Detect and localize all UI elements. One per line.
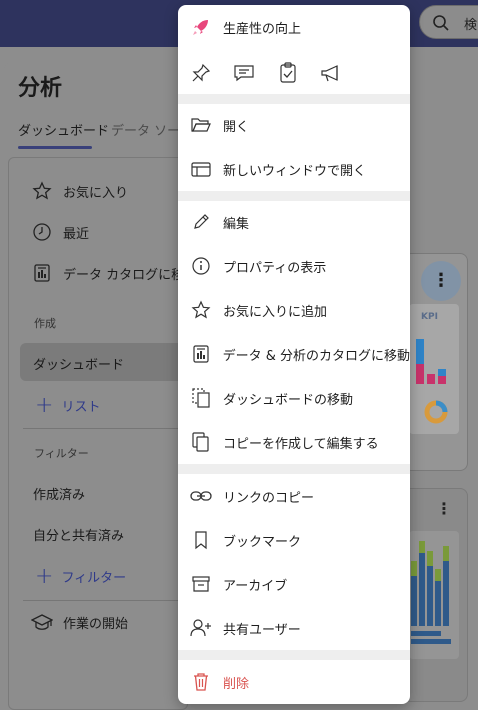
sidebar-item-label: 作業の開始: [63, 616, 129, 632]
add-list-button[interactable]: + リスト: [35, 393, 100, 418]
tab-dashboards[interactable]: ダッシュボード: [18, 120, 109, 139]
menu-item-label: 共有ユーザー: [223, 622, 301, 638]
star-icon: [190, 299, 212, 321]
menu-item-open[interactable]: 開く: [178, 103, 410, 147]
sidebar-item-recent[interactable]: 最近: [31, 221, 89, 243]
more-vertical-icon: ⋮: [432, 270, 450, 291]
menu-item-label: お気に入りに追加: [223, 304, 328, 320]
clipboard-check-icon[interactable]: [275, 60, 301, 86]
star-icon: [31, 180, 53, 202]
dashboard-thumbnail: KPI: [409, 304, 459, 434]
section-filter-heading: フィルター: [34, 447, 89, 460]
pencil-icon: [190, 211, 212, 233]
menu-item-copy-link[interactable]: リンクのコピー: [178, 474, 410, 518]
dashboard-thumbnail: [409, 531, 459, 659]
menu-item-edit[interactable]: 編集: [178, 200, 410, 244]
add-list-label: リスト: [61, 400, 101, 415]
active-tab-indicator: [18, 146, 92, 149]
menu-item-move-dashboard[interactable]: ダッシュボードの移動: [178, 376, 410, 420]
menu-item-label: コピーを作成して編集する: [223, 436, 379, 452]
copy-icon: [190, 431, 212, 453]
filter-created[interactable]: 作成済み: [33, 484, 85, 503]
menu-item-open-new-window[interactable]: 新しいウィンドウで開く: [178, 147, 410, 191]
archive-icon: [190, 573, 212, 595]
sidebar-item-label: 最近: [63, 226, 90, 242]
search-placeholder: 検: [464, 18, 478, 33]
share-user-icon: [190, 617, 212, 639]
new-window-icon: [190, 158, 212, 180]
sidebar-item-get-started[interactable]: 作業の開始: [31, 611, 128, 633]
menu-item-go-to-catalog[interactable]: データ & 分析のカタログに移動: [178, 332, 410, 376]
menu-item-label: ダッシュボードの移動: [223, 392, 354, 408]
dashboard-card[interactable]: ⋮ KPI: [403, 253, 468, 471]
dashboard-card[interactable]: ⋮: [403, 488, 468, 702]
sidebar-active-label: ダッシュボード: [33, 358, 125, 373]
menu-item-delete[interactable]: 削除: [178, 660, 410, 704]
folder-open-icon: [190, 114, 212, 136]
rocket-icon: [190, 16, 212, 38]
add-filter-label: フィルター: [61, 571, 127, 586]
megaphone-icon[interactable]: [318, 60, 344, 86]
menu-item-bookmark[interactable]: ブックマーク: [178, 518, 410, 562]
mini-bar-chart-icon: [416, 339, 446, 384]
trash-icon: [190, 671, 212, 693]
pin-icon[interactable]: [188, 60, 214, 86]
productivity-label: 生産性の向上: [223, 21, 302, 37]
productivity-row[interactable]: 生産性の向上: [178, 5, 410, 49]
plus-icon: +: [35, 564, 54, 589]
more-options-button[interactable]: ⋮: [421, 261, 461, 301]
catalog-icon: [190, 343, 212, 365]
context-menu: 生産性の向上 開く 新しいウィンドウで開く 編集 プロパティの表示 お気に入りに…: [178, 5, 410, 704]
section-create-heading: 作成: [34, 317, 56, 330]
menu-item-archive[interactable]: アーカイブ: [178, 562, 410, 606]
sidebar-item-label: お気に入り: [63, 185, 129, 201]
menu-item-label: 削除: [223, 676, 250, 692]
search-box[interactable]: 検: [419, 5, 478, 39]
divider: [23, 428, 189, 429]
menu-item-label: データ & 分析のカタログに移動: [222, 348, 410, 364]
quick-actions: [178, 50, 410, 94]
clock-icon: [31, 221, 53, 243]
menu-item-label: 新しいウィンドウで開く: [223, 163, 367, 179]
divider: [178, 650, 410, 660]
info-icon: [190, 255, 212, 277]
menu-item-label: ブックマーク: [223, 534, 302, 550]
filter-shared-with-me[interactable]: 自分と共有済み: [33, 525, 124, 544]
comment-icon[interactable]: [231, 60, 257, 86]
search-icon: [433, 15, 449, 31]
bookmark-icon: [190, 529, 212, 551]
menu-item-label: リンクのコピー: [223, 490, 315, 506]
menu-item-label: 開く: [223, 119, 250, 135]
kpi-label: KPI: [421, 312, 438, 322]
menu-item-add-favorite[interactable]: お気に入りに追加: [178, 288, 410, 332]
sidebar: お気に入り 最近 データ カタログに移動 作成 ダッシュボード + リスト フィ…: [8, 157, 197, 710]
add-filter-button[interactable]: + フィルター: [35, 564, 126, 589]
sidebar-item-catalog[interactable]: データ カタログに移動: [31, 262, 197, 284]
more-vertical-icon[interactable]: ⋮: [436, 499, 452, 518]
menu-item-copy-and-edit[interactable]: コピーを作成して編集する: [178, 420, 410, 464]
mini-stacked-chart-icon: [411, 541, 451, 644]
link-icon: [190, 485, 212, 507]
page-title: 分析: [18, 76, 63, 101]
divider: [178, 464, 410, 474]
mini-donut-icon: [424, 400, 448, 424]
catalog-icon: [31, 262, 53, 284]
sidebar-item-favorites[interactable]: お気に入り: [31, 180, 128, 202]
divider: [23, 600, 189, 601]
graduation-cap-icon: [31, 611, 53, 633]
menu-item-shared-users[interactable]: 共有ユーザー: [178, 606, 410, 650]
menu-item-label: 編集: [223, 216, 250, 232]
menu-item-label: アーカイブ: [223, 578, 288, 594]
menu-item-label: プロパティの表示: [223, 260, 327, 276]
move-icon: [190, 387, 212, 409]
plus-icon: +: [35, 393, 54, 418]
menu-item-properties[interactable]: プロパティの表示: [178, 244, 410, 288]
